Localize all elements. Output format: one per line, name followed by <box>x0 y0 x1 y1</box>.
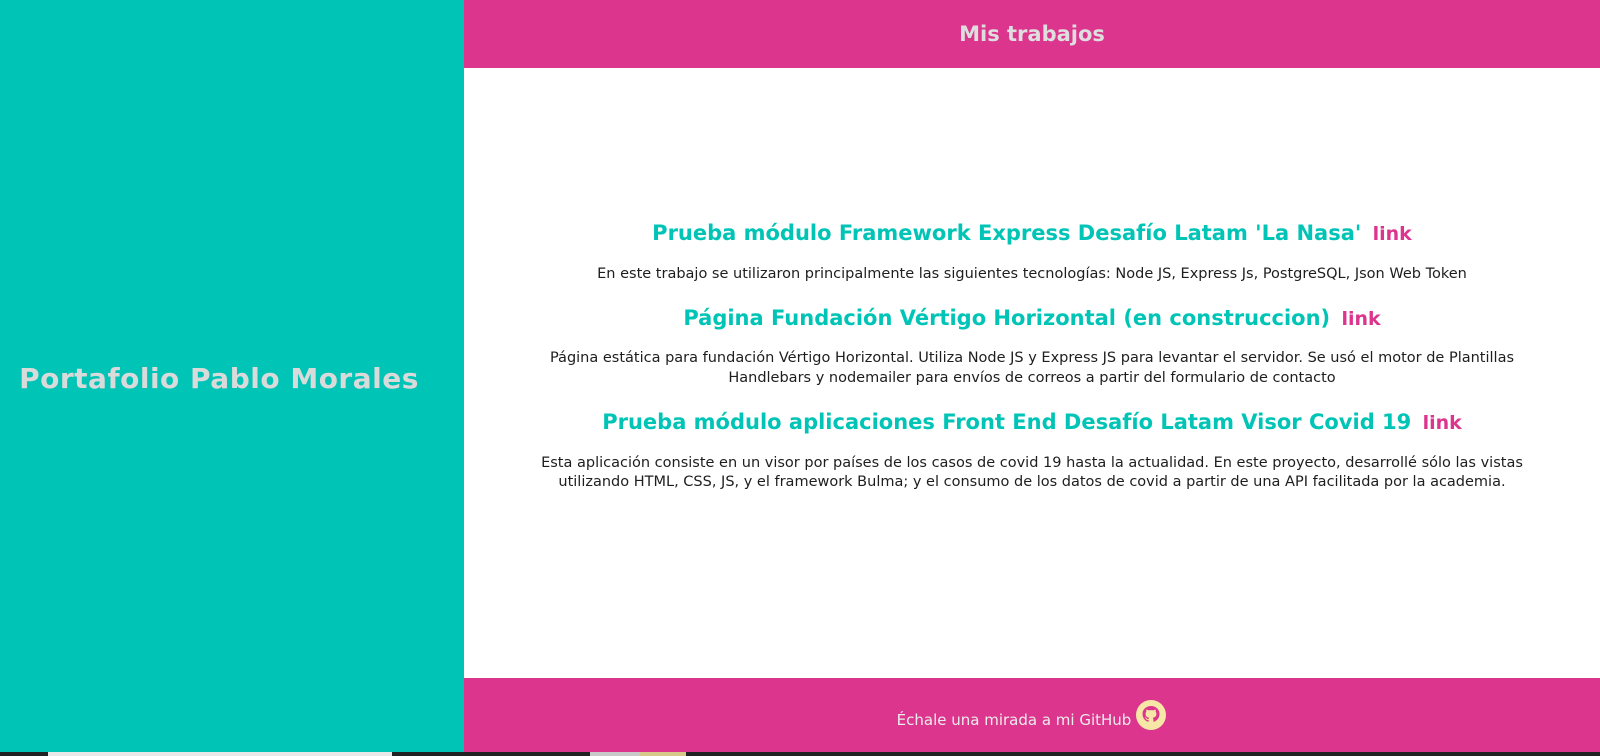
project-link[interactable]: link <box>1373 223 1412 245</box>
footer: Échale una mirada a mi GitHub <box>464 678 1600 756</box>
project-title-text: Prueba módulo Framework Express Desafío … <box>652 221 1362 246</box>
project-item: Página Fundación Vértigo Horizontal (en … <box>527 306 1537 388</box>
project-description: Página estática para fundación Vértigo H… <box>549 350 1515 386</box>
project-description: En este trabajo se utilizaron principalm… <box>597 265 1467 282</box>
strip-segment <box>590 752 640 756</box>
project-item: Prueba módulo aplicaciones Front End Des… <box>527 410 1537 492</box>
projects-list: Prueba módulo Framework Express Desafío … <box>464 68 1600 678</box>
project-title: Prueba módulo Framework Express Desafío … <box>597 221 1467 246</box>
project-title: Página Fundación Vértigo Horizontal (en … <box>527 306 1537 331</box>
strip-segment <box>640 752 686 756</box>
page-title: Mis trabajos <box>959 22 1105 46</box>
bottom-strip <box>0 752 1600 756</box>
page: Portafolio Pablo Morales Mis trabajos Pr… <box>0 0 1600 756</box>
header: Mis trabajos <box>464 0 1600 68</box>
project-title-text: Página Fundación Vértigo Horizontal (en … <box>683 306 1331 331</box>
portfolio-title: Portafolio Pablo Morales <box>19 361 419 395</box>
project-description: Esta aplicación consiste en un visor por… <box>541 454 1523 491</box>
github-link[interactable]: Échale una mirada a mi GitHub <box>897 711 1132 729</box>
sidebar: Portafolio Pablo Morales <box>0 0 464 756</box>
project-title-text: Prueba módulo aplicaciones Front End Des… <box>602 410 1412 435</box>
main-area: Mis trabajos Prueba módulo Framework Exp… <box>464 0 1600 756</box>
project-link[interactable]: link <box>1423 412 1462 434</box>
project-item: Prueba módulo Framework Express Desafío … <box>597 221 1467 284</box>
github-icon[interactable] <box>1135 699 1167 731</box>
strip-segment <box>48 752 392 756</box>
project-link[interactable]: link <box>1341 308 1380 330</box>
project-title: Prueba módulo aplicaciones Front End Des… <box>527 410 1537 435</box>
